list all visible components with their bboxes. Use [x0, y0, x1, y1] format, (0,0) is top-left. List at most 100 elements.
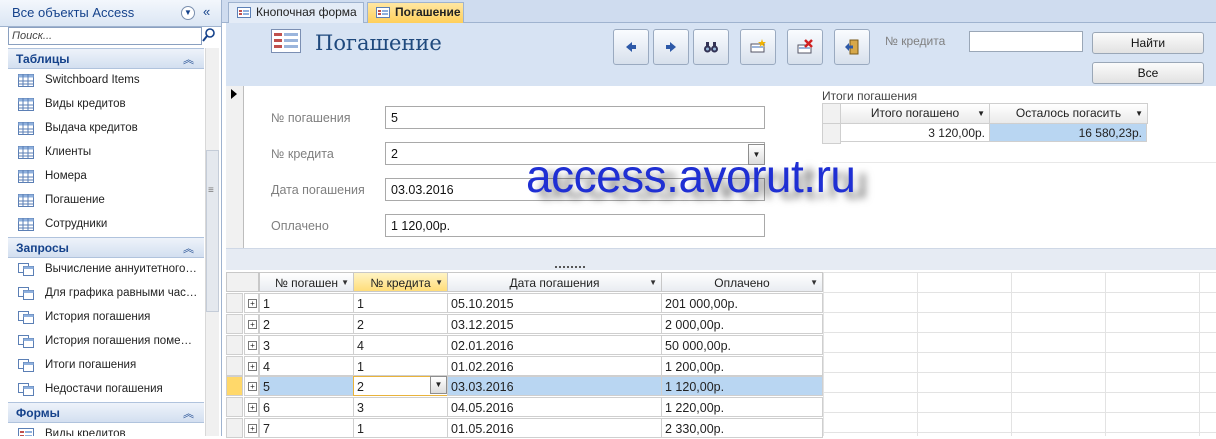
cell-payment-number[interactable]: 6: [259, 397, 354, 417]
nav-item-table[interactable]: Виды кредитов: [8, 93, 204, 117]
nav-item-table[interactable]: Номера: [8, 165, 204, 189]
nav-search-input[interactable]: Поиск...: [8, 27, 202, 45]
next-record-button[interactable]: [653, 29, 689, 65]
chevron-down-icon[interactable]: ▼: [435, 273, 443, 293]
show-all-button[interactable]: Все: [1092, 62, 1204, 84]
close-form-button[interactable]: [834, 29, 870, 65]
cell-paid[interactable]: 1 200,00р.: [661, 356, 823, 376]
expand-row-button[interactable]: +: [244, 335, 259, 355]
chevron-down-icon[interactable]: ▼: [341, 273, 349, 293]
cell-credit-number[interactable]: 2: [353, 314, 448, 334]
cell-payment-date[interactable]: 03.03.2016: [447, 376, 662, 396]
nav-item-table[interactable]: Погашение: [8, 189, 204, 213]
nav-item-query[interactable]: Недостачи погашения: [8, 378, 204, 402]
expand-row-button[interactable]: +: [244, 397, 259, 417]
cell-payment-date[interactable]: 04.05.2016: [447, 397, 662, 417]
cell-payment-number[interactable]: 4: [259, 356, 354, 376]
cell-payment-number[interactable]: 5: [259, 376, 354, 396]
prev-record-button[interactable]: [613, 29, 649, 65]
column-header-credit-number[interactable]: № кредита ▼: [353, 272, 448, 292]
nav-scrollbar-thumb[interactable]: [206, 150, 219, 312]
payment-number-field[interactable]: 5: [385, 106, 765, 129]
tab-payment-form[interactable]: Погашение: [367, 2, 464, 23]
cell-payment-number[interactable]: 7: [259, 418, 354, 438]
tab-switchboard-form[interactable]: Кнопочная форма: [228, 2, 364, 23]
cell-payment-number[interactable]: 3: [259, 335, 354, 355]
nav-group-forms[interactable]: Формы ︽: [8, 402, 204, 423]
row-selector[interactable]: [226, 397, 243, 417]
nav-item-table[interactable]: Сотрудники: [8, 213, 204, 237]
column-header-payment-number[interactable]: № погашен ▼: [259, 272, 354, 292]
table-row[interactable]: +6 3 04.05.2016 1 220,00р.: [226, 397, 823, 417]
column-header-paid[interactable]: Оплачено ▼: [661, 272, 823, 292]
row-selector[interactable]: [226, 376, 243, 396]
nav-item-table[interactable]: Выдача кредитов: [8, 117, 204, 141]
collapse-group-icon[interactable]: ︽: [183, 405, 194, 421]
expand-row-button[interactable]: +: [244, 293, 259, 313]
total-paid-cell[interactable]: 3 120,00р.: [840, 123, 990, 142]
search-icon[interactable]: [202, 27, 216, 43]
chevron-down-icon[interactable]: ▼: [1135, 104, 1143, 123]
remaining-cell[interactable]: 16 580,23р.: [989, 123, 1147, 142]
column-header-payment-date[interactable]: Дата погашения ▼: [447, 272, 662, 292]
totals-header-paid[interactable]: Итого погашено ▼: [840, 103, 990, 124]
find-button[interactable]: Найти: [1092, 32, 1204, 54]
nav-group-tables[interactable]: Таблицы ︽: [8, 48, 204, 69]
table-row[interactable]: +2 2 03.12.2015 2 000,00р.: [226, 314, 823, 334]
nav-item-query[interactable]: История погашения поме…: [8, 330, 204, 354]
chevron-down-icon[interactable]: ▼: [810, 273, 818, 293]
chevron-down-icon[interactable]: ▼: [649, 273, 657, 293]
totals-select-all[interactable]: [822, 103, 841, 124]
cell-payment-date[interactable]: 01.05.2016: [447, 418, 662, 438]
totals-header-remaining[interactable]: Осталось погасить ▼: [989, 103, 1148, 124]
nav-dropdown-icon[interactable]: ▼: [181, 6, 195, 20]
table-row[interactable]: +1 1 05.10.2015 201 000,00р.: [226, 293, 823, 313]
chevron-down-icon[interactable]: ▼: [430, 376, 447, 394]
nav-group-queries[interactable]: Запросы ︽: [8, 237, 204, 258]
table-row[interactable]: +4 1 01.02.2016 1 200,00р.: [226, 356, 823, 376]
nav-item-table[interactable]: Switchboard Items: [8, 69, 204, 93]
cell-credit-number[interactable]: 1: [353, 356, 448, 376]
cell-credit-number[interactable]: 3: [353, 397, 448, 417]
cell-paid[interactable]: 50 000,00р.: [661, 335, 823, 355]
cell-paid[interactable]: 2 000,00р.: [661, 314, 823, 334]
cell-credit-number[interactable]: 4: [353, 335, 448, 355]
cell-payment-date[interactable]: 03.12.2015: [447, 314, 662, 334]
collapse-group-icon[interactable]: ︽: [183, 240, 194, 256]
cell-payment-number[interactable]: 2: [259, 314, 354, 334]
cell-payment-date[interactable]: 01.02.2016: [447, 356, 662, 376]
expand-row-button[interactable]: +: [244, 356, 259, 376]
cell-payment-number[interactable]: 1: [259, 293, 354, 313]
new-record-button[interactable]: [740, 29, 776, 65]
credit-search-input[interactable]: [969, 31, 1083, 52]
cell-paid[interactable]: 2 330,00р.: [661, 418, 823, 438]
cell-paid[interactable]: 1 220,00р.: [661, 397, 823, 417]
chevron-down-icon[interactable]: ▼: [977, 104, 985, 123]
row-selector[interactable]: [226, 356, 243, 376]
nav-item-query[interactable]: История погашения: [8, 306, 204, 330]
split-form-divider[interactable]: [226, 248, 1216, 270]
nav-collapse-icon[interactable]: «: [203, 4, 210, 19]
cell-payment-date[interactable]: 05.10.2015: [447, 293, 662, 313]
table-row[interactable]: +3 4 02.01.2016 50 000,00р.: [226, 335, 823, 355]
nav-item-table[interactable]: Клиенты: [8, 141, 204, 165]
expand-row-button[interactable]: +: [244, 314, 259, 334]
record-selector[interactable]: [226, 86, 244, 248]
nav-header[interactable]: Все объекты Access ▼ «: [0, 0, 221, 27]
cell-paid[interactable]: 201 000,00р.: [661, 293, 823, 313]
collapse-group-icon[interactable]: ︽: [183, 51, 194, 67]
delete-record-button[interactable]: [787, 29, 823, 65]
nav-item-form[interactable]: Виды кредитов: [8, 423, 204, 436]
nav-item-query[interactable]: Вычисление аннуитетного…: [8, 258, 204, 282]
row-selector[interactable]: [226, 335, 243, 355]
find-record-button[interactable]: [693, 29, 729, 65]
paid-amount-field[interactable]: 1 120,00р.: [385, 214, 765, 237]
expand-row-button[interactable]: +: [244, 376, 259, 396]
row-selector[interactable]: [226, 293, 243, 313]
cell-credit-number[interactable]: 1: [353, 293, 448, 313]
row-selector[interactable]: [226, 314, 243, 334]
row-selector[interactable]: [822, 123, 841, 144]
cell-payment-date[interactable]: 02.01.2016: [447, 335, 662, 355]
expand-row-button[interactable]: +: [244, 418, 259, 438]
cell-paid[interactable]: 1 120,00р.: [661, 376, 823, 396]
